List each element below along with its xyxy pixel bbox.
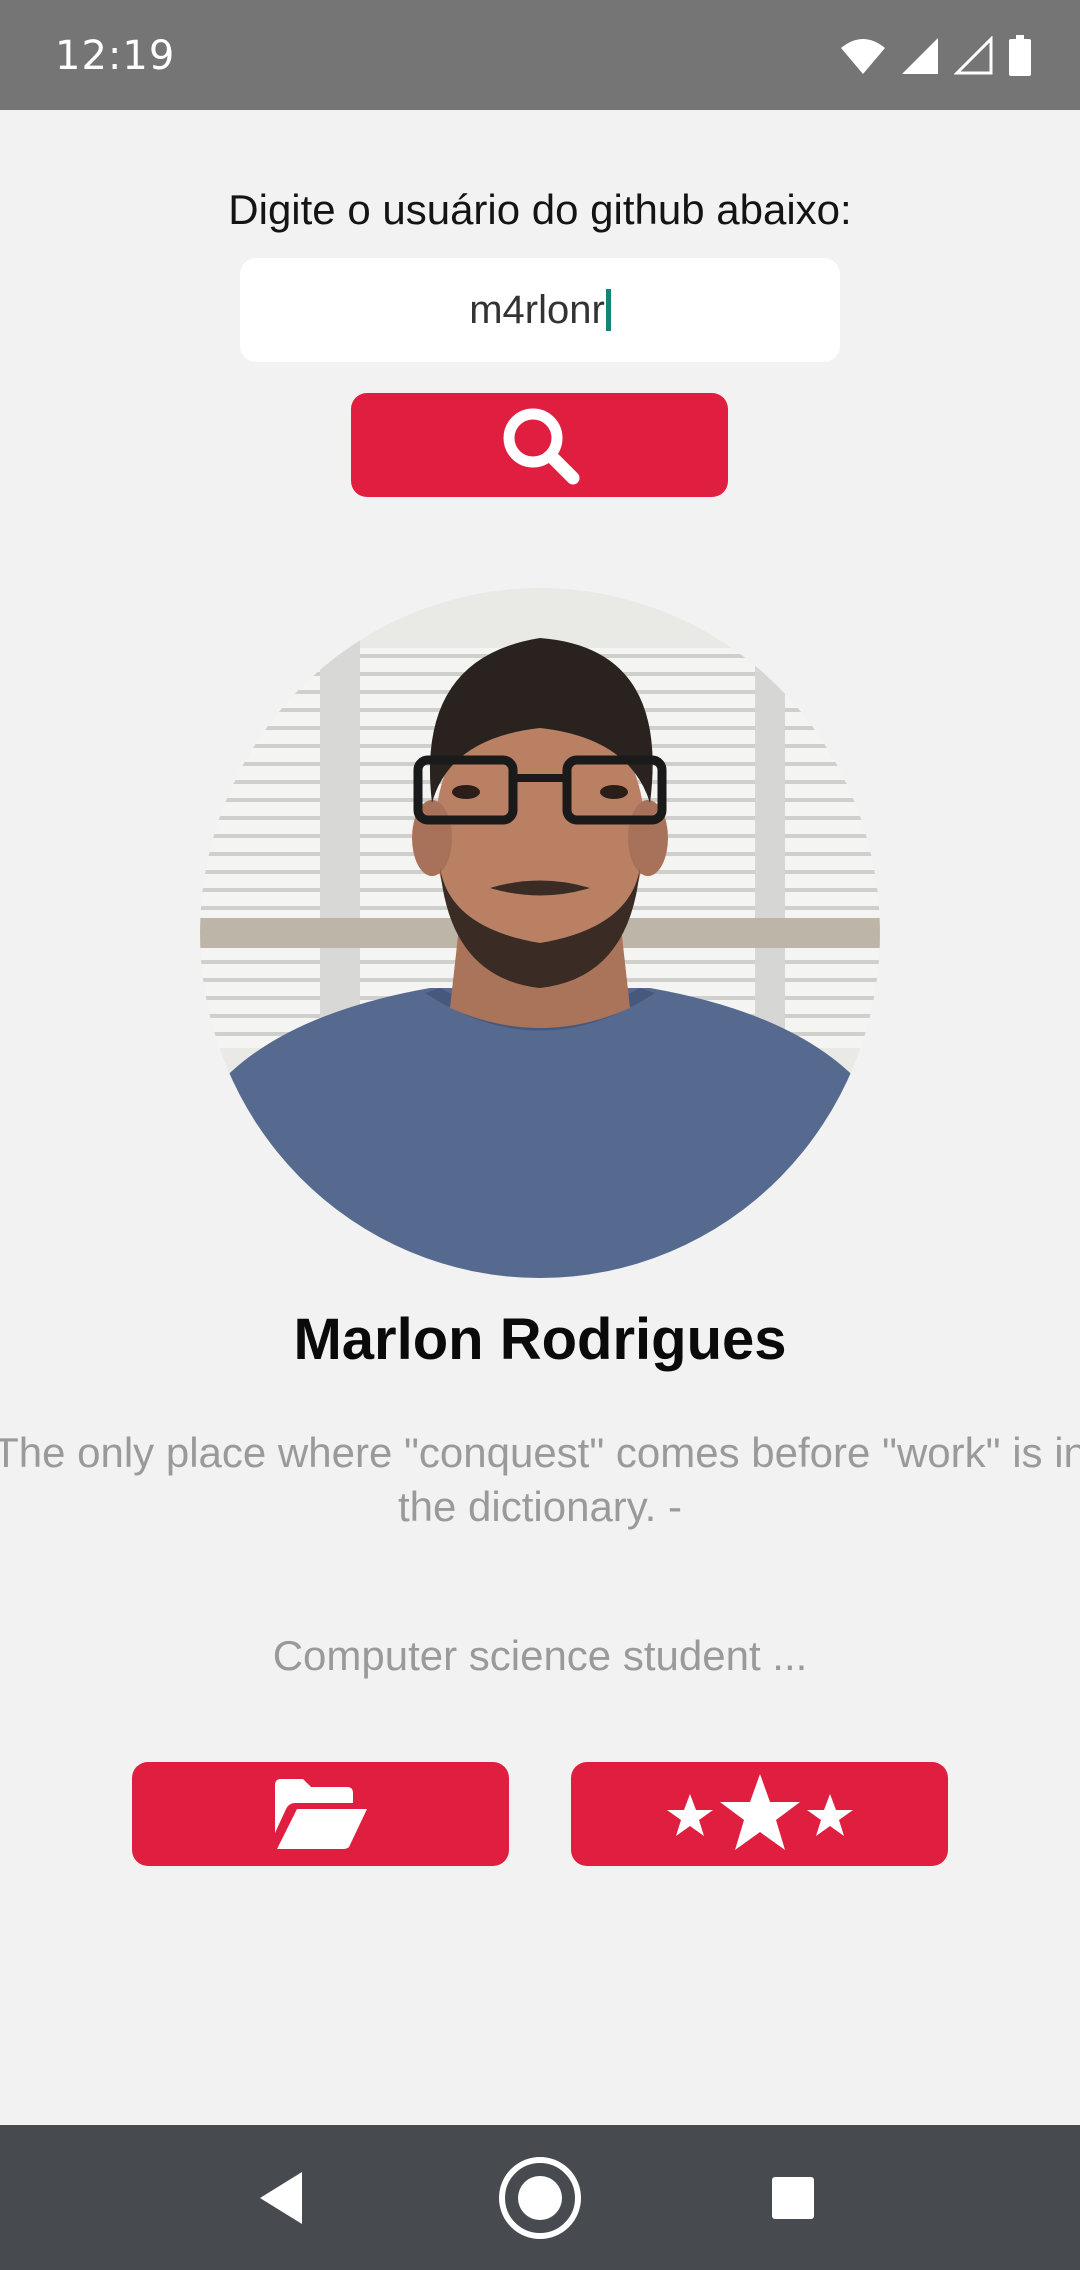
profile-company: Computer science student ...	[272, 1632, 808, 1679]
repositories-button[interactable]	[132, 1762, 509, 1866]
profile-bio: The only place where "conquest" comes be…	[0, 1429, 1080, 1530]
nav-home-button[interactable]	[470, 2125, 610, 2270]
main-content: Digite o usuário do github abaixo: m4rlo…	[0, 110, 1080, 2125]
username-input[interactable]: m4rlonr	[240, 258, 840, 362]
avatar-photo	[200, 588, 880, 1278]
nav-back-button[interactable]	[211, 2125, 351, 2270]
home-icon	[499, 2156, 581, 2239]
username-input-value: m4rlonr	[469, 287, 605, 332]
nav-recents-button[interactable]	[723, 2125, 863, 2270]
wifi-icon	[841, 39, 885, 74]
status-icons	[840, 34, 1032, 78]
signal-icon	[902, 38, 938, 74]
avatar	[200, 588, 880, 1278]
starred-button[interactable]	[571, 1762, 948, 1866]
recents-icon	[772, 2176, 814, 2219]
folder-open-icon	[274, 1779, 367, 1849]
search-button[interactable]	[351, 393, 728, 497]
battery-icon	[1009, 35, 1031, 76]
navigation-bar	[0, 2125, 1080, 2270]
back-icon	[260, 2171, 302, 2224]
profile-name: Marlon Rodrigues	[293, 1307, 787, 1372]
search-icon	[503, 408, 579, 485]
signal-outline-icon	[954, 36, 993, 75]
search-prompt: Digite o usuário do github abaixo:	[228, 186, 852, 233]
stars-icon	[666, 1774, 853, 1850]
status-bar: 12:19	[0, 0, 1080, 110]
text-cursor	[605, 289, 611, 331]
status-time: 12:19	[55, 33, 176, 79]
